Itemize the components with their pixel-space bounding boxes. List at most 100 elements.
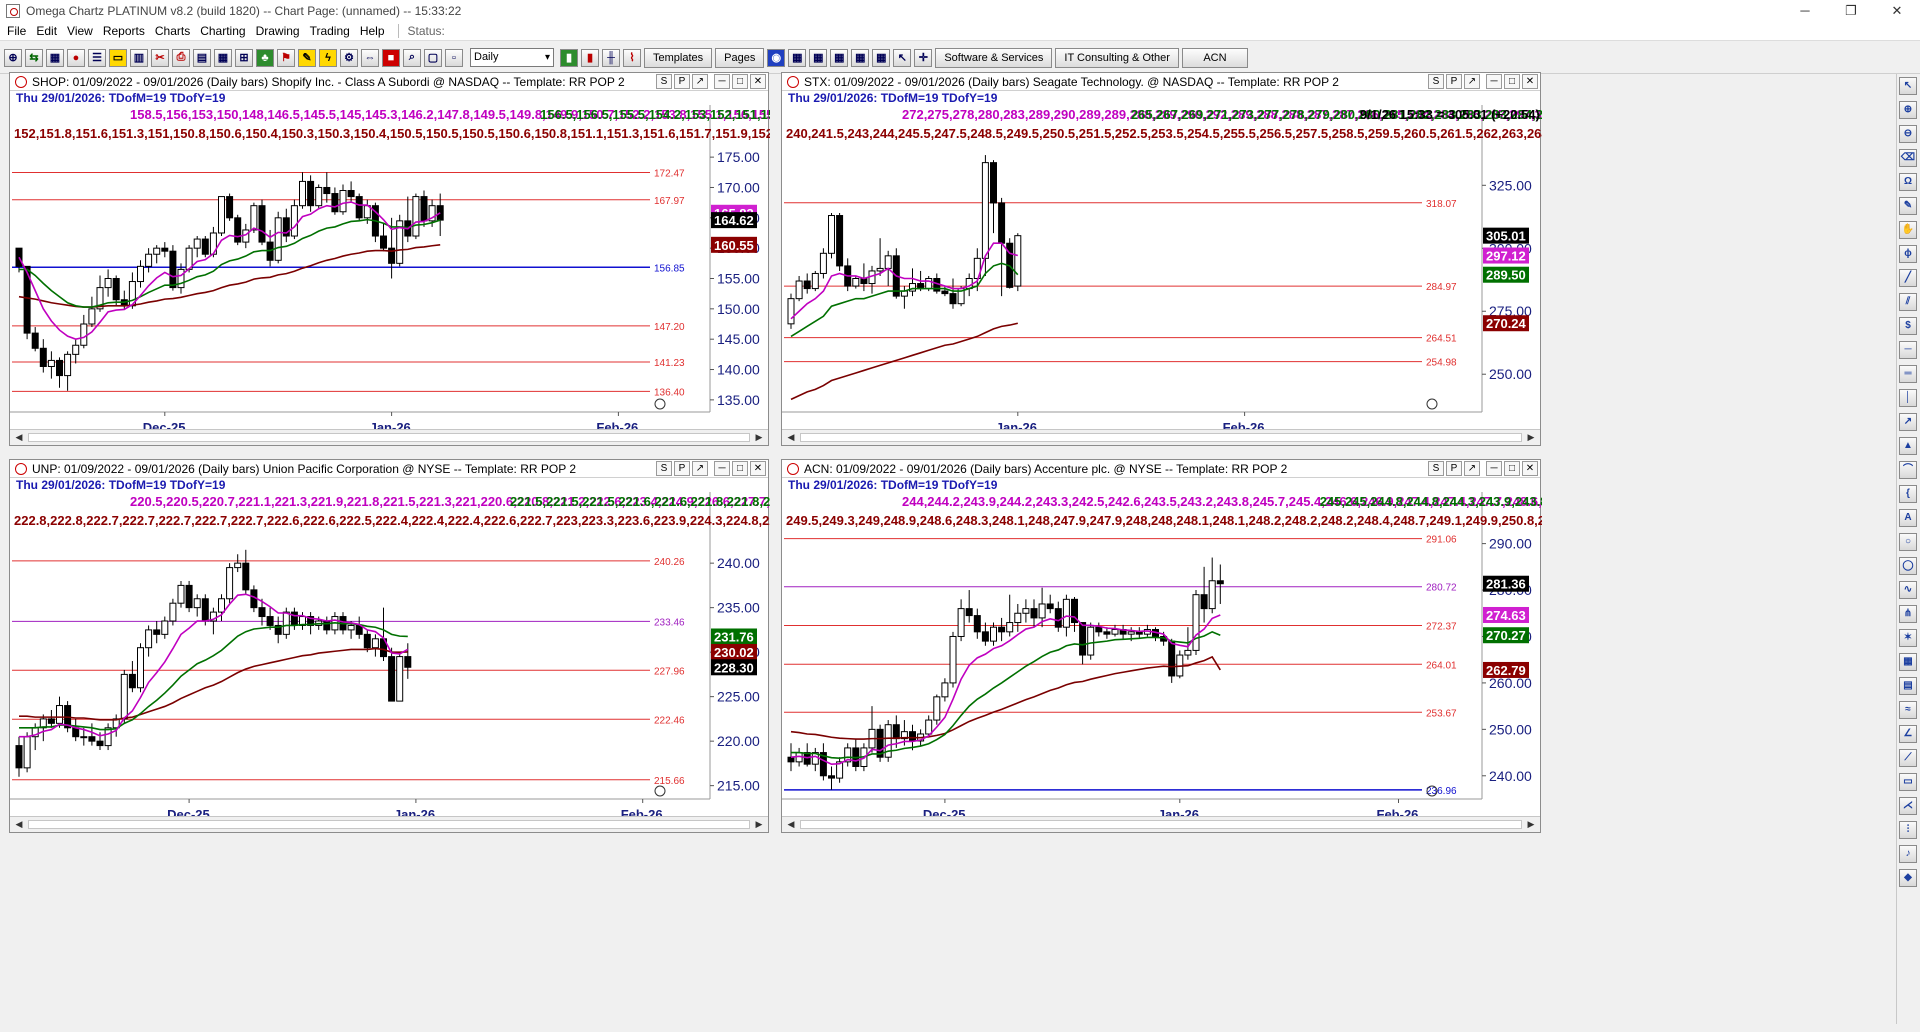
horizontal-scrollbar[interactable]: ◀ ▶ [10,816,768,832]
bull-icon[interactable]: ♣ [256,48,274,67]
horizontal-scrollbar[interactable]: ◀ ▶ [782,429,1540,445]
menu-charts[interactable]: Charts [155,24,190,38]
pitchfork-icon[interactable]: ⋔ [1899,605,1917,623]
scroll-track[interactable] [28,433,750,442]
s-button[interactable]: S [1428,461,1444,476]
table-tool-icon[interactable]: ▤ [1899,677,1917,695]
lightning-icon[interactable]: ϟ [319,48,337,67]
panel-maximize-button[interactable]: □ [1504,74,1520,89]
p-button[interactable]: P [674,74,690,89]
pin-icon[interactable]: ↗ [1464,74,1480,89]
panel-maximize-button[interactable]: □ [732,74,748,89]
panel-close-button[interactable]: ✕ [1522,461,1538,476]
price-chart[interactable]: 158.5,156,153,150,148,146.5,145.5,145,14… [10,105,770,433]
table-icon[interactable]: ▦ [214,48,232,67]
candle-icon[interactable]: ▮ [581,48,599,67]
panel-maximize-button[interactable]: □ [1504,461,1520,476]
chart-panel-shop[interactable]: SHOP: 01/09/2022 - 09/01/2026 (Daily bar… [9,72,770,446]
menu-file[interactable]: File [7,24,26,38]
scroll-left-icon[interactable]: ◀ [12,431,26,444]
price-chart[interactable]: 220.5,220.5,220.7,221.1,221.3,221.9,221.… [10,492,770,820]
panel-minimize-button[interactable]: ─ [714,461,730,476]
maximize-button[interactable]: ❐ [1828,0,1874,22]
menu-trading[interactable]: Trading [310,24,350,38]
hline-icon[interactable]: ─ [1899,341,1917,359]
panel-minimize-button[interactable]: ─ [1486,74,1502,89]
menu-view[interactable]: View [67,24,93,38]
bars-icon[interactable]: ▤ [193,48,211,67]
symbol-button[interactable]: ACN [1181,47,1248,68]
blank-icon[interactable]: ▫ [445,48,463,67]
compare-icon[interactable]: ⇔ [361,48,379,67]
eraser-icon[interactable]: ⌫ [1899,149,1917,167]
tools-icon[interactable]: ✂ [151,48,169,67]
globe-icon[interactable]: ◉ [767,48,786,67]
bracket-icon[interactable]: { [1899,485,1917,503]
magnet-icon[interactable]: Ω [1899,173,1917,191]
dollar-icon[interactable]: $ [1899,317,1917,335]
panel-minimize-button[interactable]: ─ [1486,461,1502,476]
arrows-icon[interactable]: ⇆ [25,48,43,67]
list-icon[interactable]: ☰ [88,48,106,67]
close-button[interactable]: ✕ [1874,0,1920,22]
pen-icon[interactable]: ✎ [1899,197,1917,215]
panel-close-button[interactable]: ✕ [750,461,766,476]
scroll-track[interactable] [28,820,750,829]
channel-icon[interactable]: ⫽ [1899,293,1917,311]
scroll-right-icon[interactable]: ▶ [752,818,766,831]
stop-icon[interactable]: ● [67,48,85,67]
scroll-right-icon[interactable]: ▶ [1524,818,1538,831]
menu-drawing[interactable]: Drawing [256,24,300,38]
grid-tool-icon[interactable]: ▦ [1899,653,1917,671]
horizontal-scrollbar[interactable]: ◀ ▶ [782,816,1540,832]
chart-panel-stx[interactable]: STX: 01/09/2022 - 09/01/2026 (Daily bars… [781,72,1542,446]
s-button[interactable]: S [656,461,672,476]
bar-chart-green-icon[interactable]: ▮ [560,48,578,67]
fib-icon[interactable]: ϕ [1899,245,1917,263]
cycle-icon[interactable]: ∿ [1899,581,1917,599]
record-icon[interactable]: ■ [382,48,400,67]
layout-1-icon[interactable]: ▦ [788,48,807,67]
wave-icon[interactable]: ≈ [1899,701,1917,719]
p-button[interactable]: P [1446,74,1462,89]
panel-maximize-button[interactable]: □ [732,461,748,476]
zoom-in-icon[interactable]: ⊕ [1899,101,1917,119]
interval-select[interactable]: Daily [470,48,554,67]
industry-button[interactable]: IT Consulting & Other [1055,47,1179,68]
p-button[interactable]: P [1446,461,1462,476]
chart-panel-acn[interactable]: ACN: 01/09/2022 - 09/01/2026 (Daily bars… [781,459,1542,833]
price-chart[interactable]: 244,244.2,243.9,244.2,243.3,242.5,242.6,… [782,492,1542,820]
circle-icon[interactable]: ○ [1899,533,1917,551]
scroll-track[interactable] [800,433,1522,442]
arrow-up-icon[interactable]: ▲ [1899,437,1917,455]
cursor-tool-icon[interactable]: ↖ [1899,77,1917,95]
panel-close-button[interactable]: ✕ [750,74,766,89]
chart-panel-unp[interactable]: UNP: 01/09/2022 - 09/01/2026 (Daily bars… [9,459,770,833]
vline-icon[interactable]: │ [1899,389,1917,407]
line-chart-icon[interactable]: ⌇ [623,48,641,67]
layout-5-icon[interactable]: ▦ [872,48,891,67]
print-icon[interactable]: ⎙ [172,48,190,67]
arc-icon[interactable]: ⌒ [1899,461,1917,479]
templates-button[interactable]: Templates [644,47,713,68]
cursor-icon[interactable]: ↖ [893,48,912,67]
sector-button[interactable]: Software & Services [935,47,1053,68]
p-button[interactable]: P [674,461,690,476]
scroll-left-icon[interactable]: ◀ [12,818,26,831]
ray-icon[interactable]: ↗ [1899,413,1917,431]
menu-reports[interactable]: Reports [103,24,145,38]
zoom-out-icon[interactable]: ⊖ [1899,125,1917,143]
panel-close-button[interactable]: ✕ [1522,74,1538,89]
ellipse-icon[interactable]: ◯ [1899,557,1917,575]
marker-icon[interactable]: ◆ [1899,869,1917,887]
hand-icon[interactable]: ✋ [1899,221,1917,239]
regression-icon[interactable]: ⫶ [1899,821,1917,839]
bell-icon[interactable]: ♪ [1899,845,1917,863]
flag-icon[interactable]: ⚑ [277,48,295,67]
filter-icon[interactable]: ⚙ [340,48,358,67]
ruler-icon[interactable]: ⊞ [235,48,253,67]
scroll-left-icon[interactable]: ◀ [784,818,798,831]
scroll-track[interactable] [800,820,1522,829]
layout-3-icon[interactable]: ▦ [830,48,849,67]
chart-icon[interactable]: ▥ [130,48,148,67]
